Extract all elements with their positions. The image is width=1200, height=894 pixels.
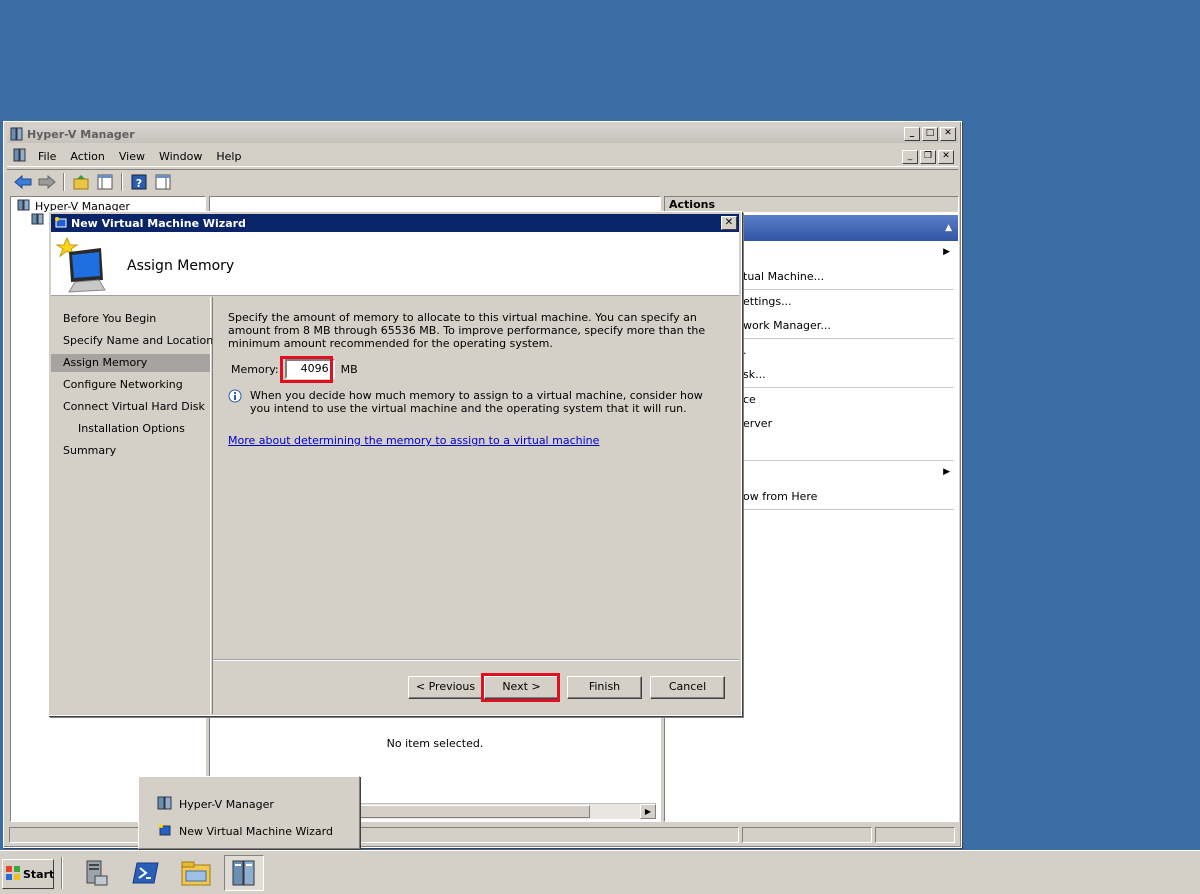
windows-explorer-icon[interactable]: [176, 855, 216, 891]
scroll-right-icon[interactable]: ▶: [640, 804, 656, 819]
action-stop-service[interactable]: ce: [743, 393, 756, 406]
horizontal-scrollbar[interactable]: ▶: [360, 803, 656, 819]
wizard-title-bar[interactable]: New Virtual Machine Wizard ✕: [51, 214, 739, 232]
popup-item-hyperv-manager[interactable]: Hyper-V Manager: [157, 796, 274, 813]
wizard-header: Assign Memory: [51, 232, 739, 296]
menu-help[interactable]: Help: [209, 150, 248, 163]
step-before-you-begin[interactable]: Before You Begin: [51, 310, 210, 328]
console-icon[interactable]: [13, 148, 27, 165]
step-assign-memory[interactable]: Assign Memory: [51, 354, 210, 372]
mdi-minimize-button[interactable]: _: [902, 150, 918, 164]
action-new-window-from-here[interactable]: ow from Here: [743, 490, 817, 503]
action-hyperv-settings[interactable]: ettings...: [743, 295, 792, 308]
divider: [725, 338, 954, 339]
server-manager-icon[interactable]: [76, 855, 116, 891]
collapse-arrow-icon[interactable]: ▲: [945, 223, 952, 233]
step-installation-options[interactable]: Installation Options: [51, 420, 210, 438]
memory-label: Memory:: [231, 362, 279, 376]
step-connect-virtual-hard-disk[interactable]: Connect Virtual Hard Disk: [51, 398, 210, 416]
wizard-button-bar: < Previous Next > Finish Cancel: [212, 659, 739, 714]
close-button[interactable]: ✕: [940, 127, 956, 141]
toolbar-separator: [121, 172, 123, 191]
svg-text:?: ?: [136, 177, 142, 190]
status-panel: [9, 827, 739, 843]
step-summary[interactable]: Summary: [51, 442, 210, 460]
menu-file[interactable]: File: [31, 150, 63, 163]
mdi-restore-button[interactable]: ❐: [920, 150, 936, 164]
main-window-title: Hyper-V Manager: [27, 127, 135, 141]
show-hide-action-pane-icon[interactable]: [153, 172, 173, 192]
divider: [725, 289, 954, 290]
maximize-button[interactable]: □: [922, 127, 938, 141]
info-text: When you decide how much memory to assig…: [250, 389, 703, 415]
action-inspect-disk[interactable]: sk...: [743, 368, 766, 381]
step-configure-networking[interactable]: Configure Networking: [51, 376, 210, 394]
wizard-icon: [157, 823, 173, 840]
scrollbar-thumb[interactable]: [360, 805, 590, 818]
new-vm-wizard-dialog: New Virtual Machine Wizard ✕ Assign Memo…: [48, 211, 742, 716]
wizard-steps-nav: Before You Begin Specify Name and Locati…: [51, 297, 213, 714]
memory-info: When you decide how much memory to assig…: [228, 389, 708, 415]
start-label: Start: [23, 867, 55, 881]
popup-item-label: Hyper-V Manager: [179, 798, 274, 811]
memory-help-link[interactable]: More about determining the memory to ass…: [228, 434, 599, 447]
taskbar: Start: [0, 850, 1200, 894]
step-specify-name-location[interactable]: Specify Name and Location: [51, 332, 213, 350]
wizard-title: New Virtual Machine Wizard: [71, 216, 246, 230]
show-hide-console-tree-icon[interactable]: [95, 172, 115, 192]
action-network-manager[interactable]: work Manager...: [743, 319, 831, 332]
mdi-close-button[interactable]: ✕: [938, 150, 954, 164]
menu-view[interactable]: View: [112, 150, 152, 163]
memory-description: Specify the amount of memory to allocate…: [228, 311, 706, 350]
tree-item-server[interactable]: [31, 213, 45, 228]
divider: [725, 460, 954, 461]
divider: [725, 387, 954, 388]
back-arrow-icon[interactable]: [13, 172, 33, 192]
finish-button[interactable]: Finish: [567, 676, 642, 699]
info-icon: [228, 389, 242, 415]
hyperv-manager-taskbar-icon[interactable]: [224, 855, 264, 891]
divider: [725, 509, 954, 510]
wizard-close-button[interactable]: ✕: [721, 216, 737, 230]
taskbar-separator: [61, 857, 63, 889]
start-button[interactable]: Start: [2, 859, 54, 889]
main-title-bar[interactable]: Hyper-V Manager _ □ ✕: [7, 125, 958, 143]
action-remove-server[interactable]: erver: [743, 417, 772, 430]
menu-bar: File Action View Window Help _ ❐ ✕: [7, 147, 958, 167]
previous-button[interactable]: < Previous: [408, 676, 483, 699]
up-folder-icon[interactable]: [71, 172, 91, 192]
toolbar: ?: [7, 169, 958, 193]
server-icon: [157, 796, 173, 813]
action-edit-disk[interactable]: .: [743, 344, 747, 357]
windows-logo-icon: [5, 865, 21, 884]
server-icon: [31, 213, 45, 228]
popup-item-label: New Virtual Machine Wizard: [179, 825, 333, 838]
status-panel: [875, 827, 955, 843]
menu-action[interactable]: Action: [63, 150, 111, 163]
popup-item-new-vm-wizard[interactable]: New Virtual Machine Wizard: [157, 823, 333, 840]
next-button-highlight: [481, 673, 560, 702]
toolbar-separator: [63, 172, 65, 191]
powershell-icon[interactable]: [126, 855, 166, 891]
divider: [213, 660, 739, 661]
menu-window[interactable]: Window: [152, 150, 209, 163]
wizard-page-title: Assign Memory: [127, 258, 235, 274]
taskbar-group-popup: Hyper-V Manager New Virtual Machine Wiza…: [138, 776, 360, 849]
wizard-content: Specify the amount of memory to allocate…: [212, 297, 739, 659]
server-icon: [17, 199, 31, 214]
memory-unit: MB: [340, 362, 358, 376]
server-icon: [10, 127, 24, 144]
action-new-virtual-machine[interactable]: tual Machine...: [743, 270, 824, 283]
submenu-arrow-icon[interactable]: ▶: [943, 467, 950, 477]
minimize-button[interactable]: _: [904, 127, 920, 141]
cancel-button[interactable]: Cancel: [650, 676, 725, 699]
forward-arrow-icon[interactable]: [37, 172, 57, 192]
wizard-icon: [54, 216, 68, 233]
memory-input-highlight: [280, 356, 333, 383]
new-vm-monitor-icon: [55, 234, 115, 297]
no-item-selected-text: No item selected.: [386, 737, 484, 750]
submenu-arrow-icon[interactable]: ▶: [943, 247, 950, 257]
help-icon[interactable]: ?: [129, 172, 149, 192]
status-panel: [742, 827, 872, 843]
